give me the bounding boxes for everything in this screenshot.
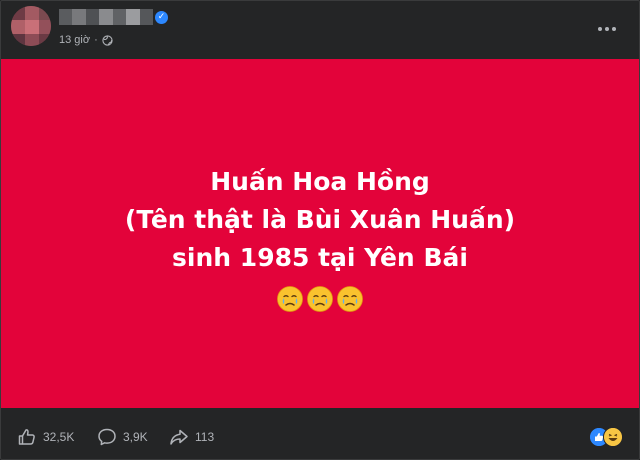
verified-badge-icon: ✓: [155, 11, 168, 24]
post-time[interactable]: 13 giờ: [59, 34, 90, 46]
globe-icon: [102, 34, 113, 46]
share-arrow-icon: [170, 429, 188, 445]
comment-count: 3,9K: [123, 430, 148, 444]
crying-face-icon: [337, 286, 363, 312]
post-content[interactable]: Huấn Hoa Hồng (Tên thật là Bùi Xuân Huấn…: [1, 59, 639, 408]
crying-face-icon: [307, 286, 333, 312]
post-line-real-name: (Tên thật là Bùi Xuân Huấn): [124, 205, 516, 234]
share-count: 113: [195, 430, 215, 444]
like-count: 32,5K: [43, 430, 75, 444]
author-name-blurred[interactable]: [59, 9, 153, 25]
haha-reaction-icon: [603, 427, 623, 447]
post-line-birth: sinh 1985 tại Yên Bái: [172, 243, 468, 272]
crying-face-icon: [277, 286, 303, 312]
post-header: ✓ 13 giờ ·: [1, 1, 639, 59]
more-options-button[interactable]: [595, 19, 619, 39]
dot-separator: ·: [94, 34, 98, 46]
like-button[interactable]: 32,5K: [17, 427, 74, 447]
avatar[interactable]: [11, 6, 51, 46]
post-line-name: Huấn Hoa Hồng: [210, 167, 430, 196]
reaction-summary[interactable]: [589, 427, 627, 447]
thumbs-up-icon: [18, 429, 35, 445]
share-button[interactable]: 113: [169, 427, 214, 447]
post-text: Huấn Hoa Hồng (Tên thật là Bùi Xuân Huấn…: [1, 163, 639, 277]
post-footer: 32,5K 3,9K 113: [1, 417, 639, 457]
comment-button[interactable]: 3,9K: [97, 427, 148, 447]
emoji-row: [1, 285, 639, 313]
post-meta: 13 giờ ·: [59, 33, 113, 47]
comment-icon: [98, 428, 116, 446]
ellipsis-icon: [598, 27, 616, 31]
post-card: ✓ 13 giờ · Huấn Hoa Hồng (Tên thật là Bù…: [0, 0, 640, 460]
